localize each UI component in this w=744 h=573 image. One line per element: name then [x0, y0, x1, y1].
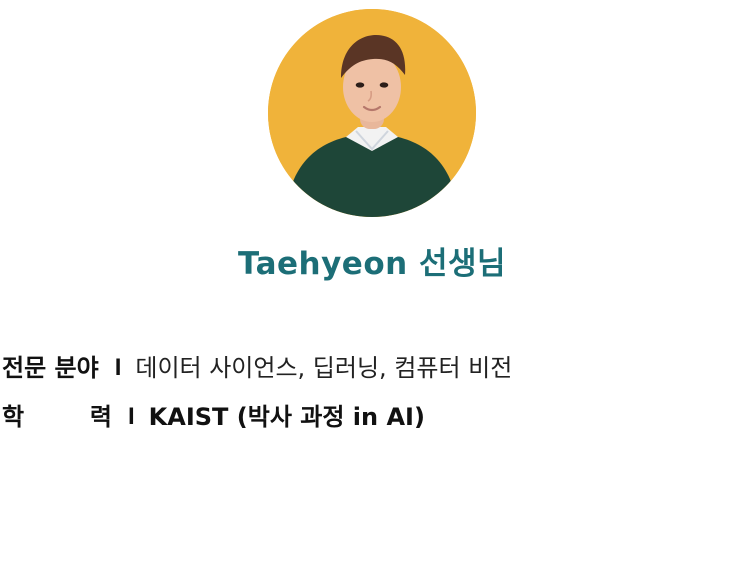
education-value: KAIST (박사 과정 in AI): [148, 403, 425, 431]
education-label-last: 력: [89, 403, 112, 431]
left-eye-shape: [355, 82, 365, 88]
education-row: 학 력 I KAIST (박사 과정 in AI): [2, 400, 425, 434]
teacher-avatar: [268, 9, 476, 217]
specialty-separator: I: [114, 354, 122, 381]
specialty-value: 데이터 사이언스, 딥러닝, 컴퓨터 비전: [135, 354, 513, 382]
right-eye-shape: [379, 82, 389, 88]
education-label-first: 학: [2, 403, 25, 431]
specialty-label: 전문 분야: [2, 354, 99, 382]
education-label: 학 력: [2, 400, 112, 434]
education-separator: I: [128, 403, 135, 430]
teacher-name: Taehyeon 선생님: [237, 246, 507, 282]
teacher-portrait: [268, 9, 476, 217]
specialty-row: 전문 분야 I 데이터 사이언스, 딥러닝, 컴퓨터 비전: [2, 351, 512, 385]
